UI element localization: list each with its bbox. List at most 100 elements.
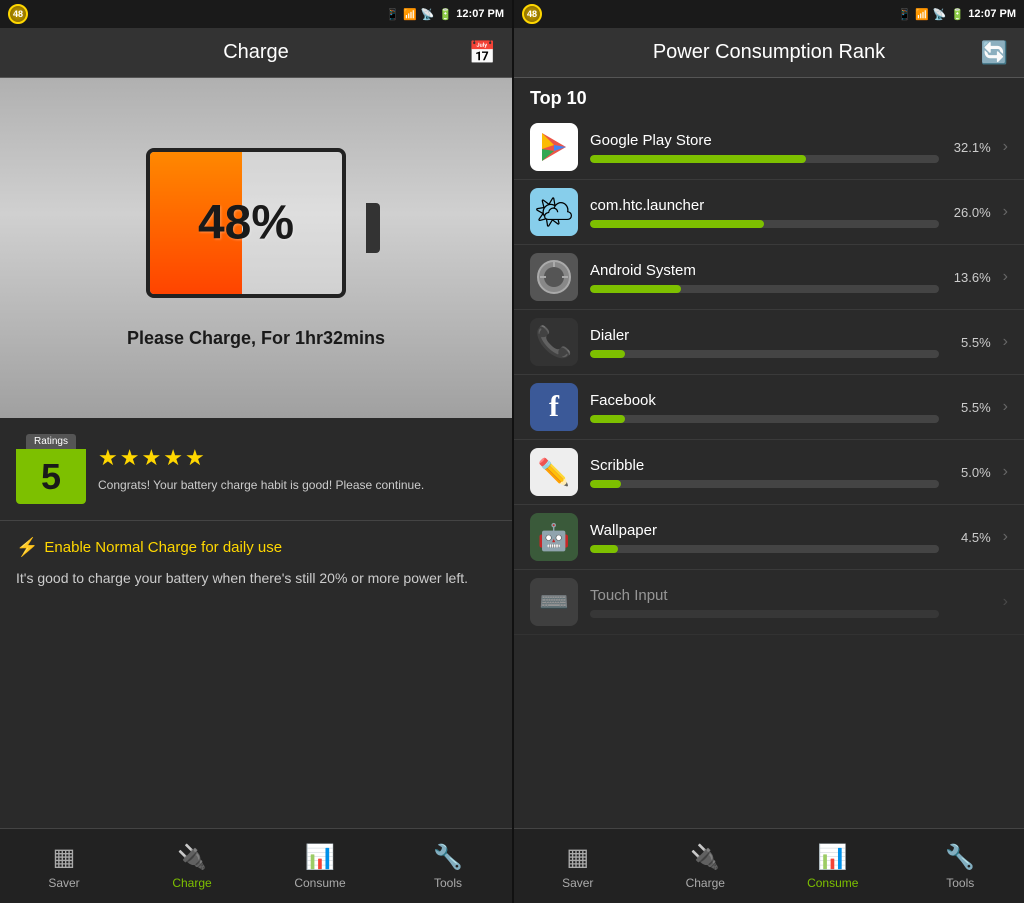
ratings-label: Ratings (26, 434, 76, 449)
app-info-1: com.htc.launcher (590, 197, 939, 228)
battery-tip (366, 203, 380, 253)
status-bar-left: 48 📱 📶 📡 🔋 12:07 PM (0, 0, 512, 28)
time-right: 12:07 PM (968, 8, 1016, 20)
nav-charge-left[interactable]: 🔌 Charge (128, 829, 256, 903)
app-name-3: Dialer (590, 327, 939, 344)
nav-consume-right[interactable]: 📊 Consume (769, 829, 897, 903)
left-bottom-nav: ▦ Saver 🔌 Charge 📊 Consume 🔧 Tools (0, 828, 512, 903)
star-4: ★ (163, 445, 183, 471)
chevron-3: › (1003, 333, 1008, 351)
nav-saver-right[interactable]: ▦ Saver (514, 829, 642, 903)
app-bar-fill-5 (590, 480, 621, 488)
chevron-0: › (1003, 138, 1008, 156)
saver-icon-right: ▦ (566, 843, 589, 872)
app-bar-fill-0 (590, 155, 806, 163)
right-header: Power Consumption Rank 🔄 (514, 28, 1024, 78)
ratings-number: 5 (16, 449, 86, 504)
app-item-1[interactable]: 🌤 com.htc.launcher 26.0% › (514, 180, 1024, 245)
star-5: ★ (185, 445, 205, 471)
charge-label-left: Charge (172, 876, 211, 890)
battery-badge-right: 48 (522, 4, 542, 24)
tools-icon-left: 🔧 (433, 843, 463, 872)
app-info-4: Facebook (590, 392, 939, 423)
right-bottom-nav: ▦ Saver 🔌 Charge 📊 Consume 🔧 Tools (514, 828, 1024, 903)
tip-section: ⚡ Enable Normal Charge for daily use It'… (0, 521, 512, 828)
app-info-0: Google Play Store (590, 132, 939, 163)
top10-label: Top 10 (514, 78, 1024, 115)
app-item-0[interactable]: Google Play Store 32.1% › (514, 115, 1024, 180)
chevron-1: › (1003, 203, 1008, 221)
battery-section: 48% Please Charge, For 1hr32mins (0, 78, 512, 418)
ratings-text: Congrats! Your battery charge habit is g… (98, 477, 424, 494)
app-info-2: Android System (590, 262, 939, 293)
signal-icon-right: 📡 (933, 8, 947, 21)
app-item-6[interactable]: 🤖 Wallpaper 4.5% › (514, 505, 1024, 570)
app-name-0: Google Play Store (590, 132, 939, 149)
refresh-icon[interactable]: 🔄 (981, 40, 1008, 66)
charge-label-right: Charge (686, 876, 725, 890)
chevron-2: › (1003, 268, 1008, 286)
charge-message: Please Charge, For 1hr32mins (127, 328, 385, 349)
app-name-4: Facebook (590, 392, 939, 409)
app-percent-2: 13.6% (951, 270, 991, 285)
app-bar-bg-3 (590, 350, 939, 358)
app-bar-bg-4 (590, 415, 939, 423)
app-info-5: Scribble (590, 457, 939, 488)
status-icons-left: 📱 📶 📡 🔋 12:07 PM (385, 8, 504, 21)
charge-icon-left: 🔌 (177, 843, 207, 872)
tip-title-text: Enable Normal Charge for daily use (44, 539, 282, 556)
left-panel: 48 📱 📶 📡 🔋 12:07 PM Charge 📅 48% Please … (0, 0, 512, 903)
star-3: ★ (141, 445, 161, 471)
app-item-7[interactable]: ⌨️ Touch Input › (514, 570, 1024, 635)
wifi-icon: 📶 (403, 8, 417, 21)
nav-consume-left[interactable]: 📊 Consume (256, 829, 384, 903)
app-icon-6: 🤖 (530, 513, 578, 561)
app-bar-fill-2 (590, 285, 681, 293)
battery-body: 48% (146, 148, 346, 298)
tools-label-right: Tools (946, 876, 974, 890)
app-bar-bg-7 (590, 610, 939, 618)
app-icon-4: f (530, 383, 578, 431)
app-percent-3: 5.5% (951, 335, 991, 350)
app-bar-fill-4 (590, 415, 625, 423)
tip-title: ⚡ Enable Normal Charge for daily use (16, 537, 496, 558)
chevron-4: › (1003, 398, 1008, 416)
app-item-2[interactable]: Android System 13.6% › (514, 245, 1024, 310)
app-icon-5: ✏️ (530, 448, 578, 496)
signal-icon: 📡 (421, 8, 435, 21)
ratings-right: ★ ★ ★ ★ ★ Congrats! Your battery charge … (98, 445, 424, 494)
stars-row: ★ ★ ★ ★ ★ (98, 445, 424, 471)
battery-icon-left: 🔋 (439, 8, 453, 21)
app-percent-1: 26.0% (951, 205, 991, 220)
app-name-6: Wallpaper (590, 522, 939, 539)
nav-tools-right[interactable]: 🔧 Tools (897, 829, 1024, 903)
app-item-5[interactable]: ✏️ Scribble 5.0% › (514, 440, 1024, 505)
consume-label-left: Consume (294, 876, 345, 890)
star-2: ★ (120, 445, 140, 471)
battery-badge-left: 48 (8, 4, 28, 24)
saver-icon-left: ▦ (53, 843, 76, 872)
nav-charge-right[interactable]: 🔌 Charge (642, 829, 770, 903)
app-percent-6: 4.5% (951, 530, 991, 545)
status-icons-right: 📱 📶 📡 🔋 12:07 PM (897, 8, 1016, 21)
app-percent-4: 5.5% (951, 400, 991, 415)
app-item-4[interactable]: f Facebook 5.5% › (514, 375, 1024, 440)
app-percent-0: 32.1% (951, 140, 991, 155)
chevron-5: › (1003, 463, 1008, 481)
battery-display: 48% (146, 148, 366, 308)
app-icon-2 (530, 253, 578, 301)
phone-icon-right: 📱 (897, 8, 911, 21)
app-icon-7: ⌨️ (530, 578, 578, 626)
app-item-3[interactable]: 📞 Dialer 5.5% › (514, 310, 1024, 375)
nav-tools-left[interactable]: 🔧 Tools (384, 829, 512, 903)
consume-icon-left: 📊 (305, 843, 335, 872)
ratings-box: Ratings 5 (16, 434, 86, 504)
consume-icon-right: 📊 (818, 843, 848, 872)
calendar-icon[interactable]: 📅 (469, 40, 496, 66)
nav-saver-left[interactable]: ▦ Saver (0, 829, 128, 903)
right-title: Power Consumption Rank (653, 41, 885, 64)
app-bar-bg-5 (590, 480, 939, 488)
status-bar-right: 48 📱 📶 📡 🔋 12:07 PM (514, 0, 1024, 28)
app-percent-5: 5.0% (951, 465, 991, 480)
app-bar-bg-6 (590, 545, 939, 553)
